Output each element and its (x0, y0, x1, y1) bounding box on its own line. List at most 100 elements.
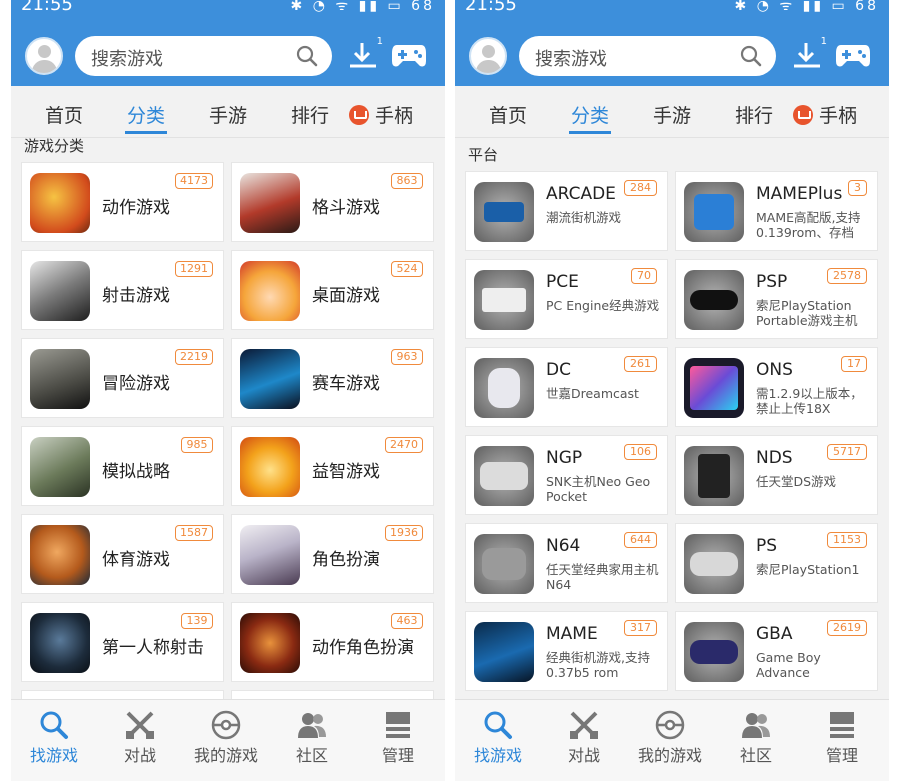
gamepad-button[interactable] (835, 41, 871, 69)
avatar[interactable] (25, 37, 63, 75)
category-card-adventure[interactable]: 冒险游戏 2219 (21, 338, 224, 418)
download-button[interactable]: 1 (791, 36, 827, 73)
search-input[interactable]: 搜索游戏 (75, 36, 332, 76)
platform-card-mame[interactable]: MAME 经典街机游戏,支持0.37b5 rom 317 (465, 611, 668, 691)
tab-controller[interactable]: 手柄 (349, 101, 413, 128)
tab-ranking[interactable]: 排行 (291, 101, 329, 128)
nav-community[interactable]: 社区 (269, 700, 355, 781)
top-bar: 搜索游戏 1 (455, 26, 889, 86)
ons-icon (684, 358, 744, 418)
tab-controller[interactable]: 手柄 (793, 101, 857, 128)
arcade-stick-icon (474, 182, 534, 242)
section-title: 游戏分类 (24, 137, 85, 155)
category-name: 动作角色扮演 (312, 638, 414, 658)
arpg-icon (240, 613, 300, 673)
nav-battle[interactable]: 对战 (541, 700, 627, 781)
category-card-rpg[interactable]: 角色扮演 1936 (231, 514, 434, 594)
category-name: 益智游戏 (312, 462, 380, 482)
status-icons: ✱ ◔ ᯤ ▮▮ ▭ 68 (290, 0, 435, 14)
nav-manage[interactable]: 管理 (355, 700, 441, 781)
category-card-board[interactable]: 桌面游戏 524 (231, 250, 434, 330)
nav-find-games[interactable]: 找游戏 (455, 700, 541, 781)
bottom-nav: 找游戏 对战 我的游戏 社区 管理 (455, 699, 889, 781)
count-badge: 524 (391, 261, 423, 277)
psp-icon (684, 270, 744, 330)
tab-bar: 首页 分类 手游 排行 手柄 (11, 86, 445, 138)
fps-soldier-icon (30, 613, 90, 673)
fruit-ninja-icon (30, 173, 90, 233)
count-badge: 317 (624, 620, 657, 636)
category-card-fighting[interactable]: 格斗游戏 863 (231, 162, 434, 242)
tab-mobile-games[interactable]: 手游 (209, 101, 247, 128)
platform-card-dc[interactable]: DC 世嘉Dreamcast 261 (465, 347, 668, 427)
nav-label: 对战 (567, 746, 600, 765)
platform-card-mameplus[interactable]: MAMEPlus MAME高配版,支持0.139rom、存档 3 (675, 171, 878, 251)
pokeball-icon (655, 710, 685, 740)
category-card-shooting[interactable]: 射击游戏 1291 (21, 250, 224, 330)
nav-community[interactable]: 社区 (713, 700, 799, 781)
count-badge: 139 (181, 613, 213, 629)
download-button[interactable]: 1 (347, 36, 383, 73)
pce-console-icon (474, 270, 534, 330)
tab-ranking[interactable]: 排行 (735, 101, 773, 128)
platform-card-gba[interactable]: GBA Game Boy Advance 2619 (675, 611, 878, 691)
platform-card-ngp[interactable]: NGP SNK主机Neo Geo Pocket 106 (465, 435, 668, 515)
category-card-sports[interactable]: 体育游戏 1587 (21, 514, 224, 594)
tab-active-indicator (125, 131, 167, 134)
manage-icon (830, 712, 854, 738)
tab-mobile-games[interactable]: 手游 (653, 101, 691, 128)
category-card-action[interactable]: 动作游戏 4173 (21, 162, 224, 242)
avatar[interactable] (469, 37, 507, 75)
search-icon[interactable] (296, 45, 318, 67)
search-placeholder: 搜索游戏 (91, 49, 163, 70)
category-card-fps[interactable]: 第一人称射击 139 (21, 602, 224, 682)
status-bar: 21:55 ✱ ◔ ᯤ ▮▮ ▭ 68 (455, 0, 889, 26)
cart-icon (793, 105, 813, 125)
resident-evil-icon (30, 349, 90, 409)
search-input[interactable]: 搜索游戏 (519, 36, 776, 76)
search-icon (40, 711, 68, 739)
search-icon[interactable] (740, 45, 762, 67)
platform-card-ps[interactable]: PS 索尼PlayStation1 1153 (675, 523, 878, 603)
nav-battle[interactable]: 对战 (97, 700, 183, 781)
bottom-nav: 找游戏 对战 我的游戏 社区 管理 (11, 699, 445, 781)
nav-my-games[interactable]: 我的游戏 (183, 700, 269, 781)
tab-home[interactable]: 首页 (45, 101, 83, 128)
category-name: 格斗游戏 (312, 198, 380, 218)
racing-car-icon (240, 349, 300, 409)
dreamcast-controller-icon (474, 358, 534, 418)
category-card-puzzle[interactable]: 益智游戏 2470 (231, 426, 434, 506)
platform-card-ons[interactable]: ONS 需1.2.9以上版本，禁止上传18X 17 (675, 347, 878, 427)
battery-level: 68 (855, 0, 879, 14)
category-card-arpg[interactable]: 动作角色扮演 463 (231, 602, 434, 682)
count-badge: 261 (624, 356, 657, 372)
platform-name: DC (546, 360, 571, 380)
category-card-racing[interactable]: 赛车游戏 963 (231, 338, 434, 418)
tab-home[interactable]: 首页 (489, 101, 527, 128)
nav-find-games[interactable]: 找游戏 (11, 700, 97, 781)
platform-card-nds[interactable]: NDS 任天堂DS游戏 5717 (675, 435, 878, 515)
status-bar: 21:55 ✱ ◔ ᯤ ▮▮ ▭ 68 (11, 0, 445, 26)
nav-label: 社区 (739, 746, 772, 765)
cartoon-face-icon (240, 437, 300, 497)
nds-icon (684, 446, 744, 506)
platform-desc: SNK主机Neo Geo Pocket (546, 474, 651, 504)
platform-card-psp[interactable]: PSP 索尼PlayStation Portable游戏主机 2578 (675, 259, 878, 339)
tab-category[interactable]: 分类 (571, 101, 609, 128)
category-card-strategy[interactable]: 模拟战略 985 (21, 426, 224, 506)
nav-manage[interactable]: 管理 (799, 700, 885, 781)
platform-card-pce[interactable]: PCE PC Engine经典游戏 70 (465, 259, 668, 339)
platform-card-n64[interactable]: N64 任天堂经典家用主机N64 644 (465, 523, 668, 603)
category-name: 桌面游戏 (312, 286, 380, 306)
nav-my-games[interactable]: 我的游戏 (627, 700, 713, 781)
platform-card-arcade[interactable]: ARCADE 潮流街机游戏 284 (465, 171, 668, 251)
nav-label: 管理 (381, 746, 414, 765)
tab-category[interactable]: 分类 (127, 101, 165, 128)
count-badge: 463 (391, 613, 423, 629)
pokeball-icon (211, 710, 241, 740)
gamepad-button[interactable] (391, 41, 427, 69)
count-badge: 1153 (827, 532, 867, 548)
category-name: 射击游戏 (102, 286, 170, 306)
people-icon (298, 713, 326, 738)
category-name: 模拟战略 (102, 462, 170, 482)
